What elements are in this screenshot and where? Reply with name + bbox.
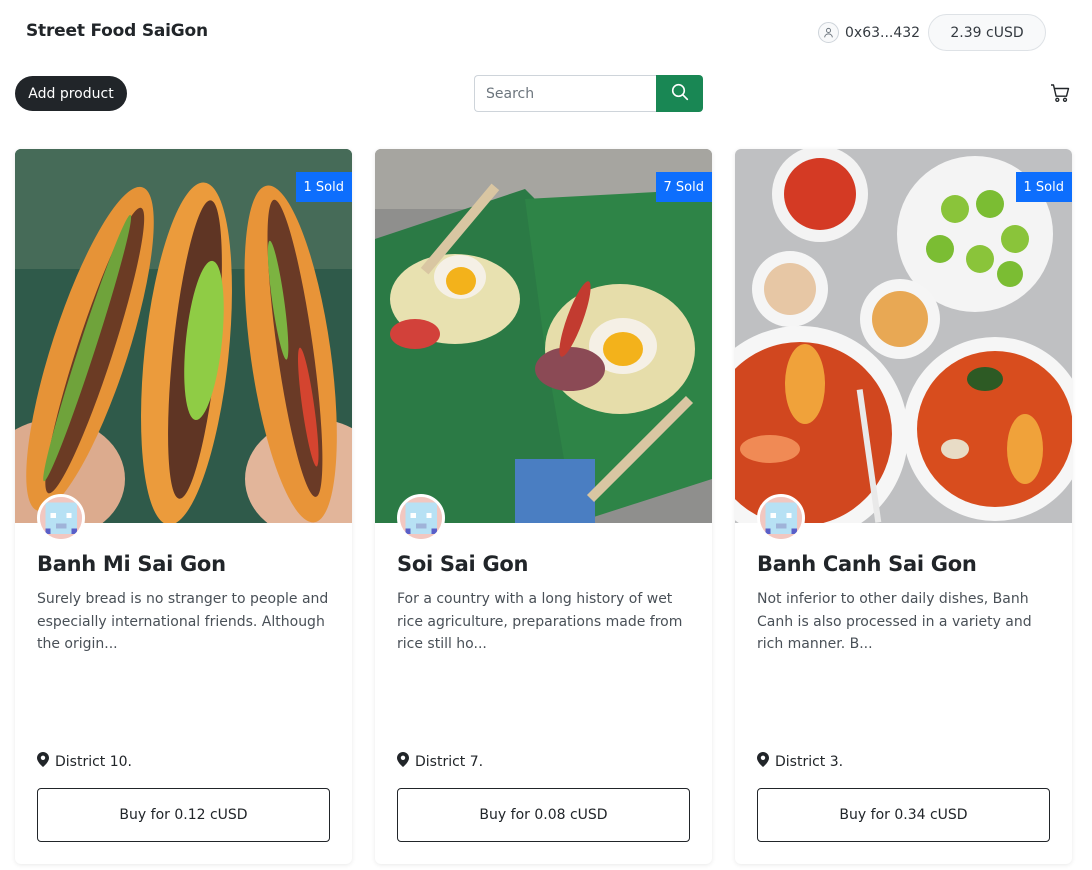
sold-badge: 1 Sold	[295, 172, 352, 202]
product-description: Not inferior to other daily dishes, Banh…	[757, 591, 1032, 652]
search-button[interactable]	[656, 75, 703, 112]
avatar[interactable]	[37, 494, 85, 542]
product-title: Banh Canh Sai Gon	[757, 552, 977, 576]
buy-button[interactable]: Buy for 0.08 cUSD	[397, 788, 690, 842]
product-image: 7 Sold	[375, 149, 712, 523]
avatar[interactable]	[397, 494, 445, 542]
product-card: 7 Sold Soi Sai Gon For a country with a …	[375, 149, 712, 864]
account-address: 0x63...432	[845, 24, 921, 41]
location-text: District 7.	[415, 753, 484, 770]
location-pin-icon	[37, 752, 49, 771]
account-info: 0x63...432	[818, 22, 920, 43]
product-image: 1 Sold	[735, 149, 1072, 523]
user-icon	[818, 22, 839, 43]
brand-title: Street Food SaiGon	[26, 21, 208, 41]
balance-badge: 2.39 cUSD	[928, 14, 1046, 51]
product-title: Soi Sai Gon	[397, 552, 529, 576]
location-pin-icon	[397, 752, 409, 771]
sold-badge: 1 Sold	[1015, 172, 1072, 202]
product-location: District 7.	[397, 752, 483, 771]
location-text: District 3.	[775, 753, 844, 770]
sold-badge: 7 Sold	[655, 172, 712, 202]
product-location: District 3.	[757, 752, 843, 771]
add-product-button[interactable]: Add product	[15, 76, 127, 111]
product-title: Banh Mi Sai Gon	[37, 552, 226, 576]
location-pin-icon	[757, 752, 769, 771]
buy-button[interactable]: Buy for 0.34 cUSD	[757, 788, 1050, 842]
product-card: 1 Sold Banh Canh Sai Gon Not inferior to…	[735, 149, 1072, 864]
product-location: District 10.	[37, 752, 132, 771]
product-description: For a country with a long history of wet…	[397, 591, 683, 652]
product-card: 1 Sold Banh Mi Sai Gon Surely bread is n…	[15, 149, 352, 864]
search-form	[474, 75, 703, 112]
product-description: Surely bread is no stranger to people an…	[37, 591, 329, 652]
search-icon	[671, 83, 689, 104]
location-text: District 10.	[55, 753, 132, 770]
product-image: 1 Sold	[15, 149, 352, 523]
avatar[interactable]	[757, 494, 805, 542]
buy-button[interactable]: Buy for 0.12 cUSD	[37, 788, 330, 842]
cart-icon[interactable]	[1049, 82, 1071, 104]
search-input[interactable]	[474, 75, 656, 112]
